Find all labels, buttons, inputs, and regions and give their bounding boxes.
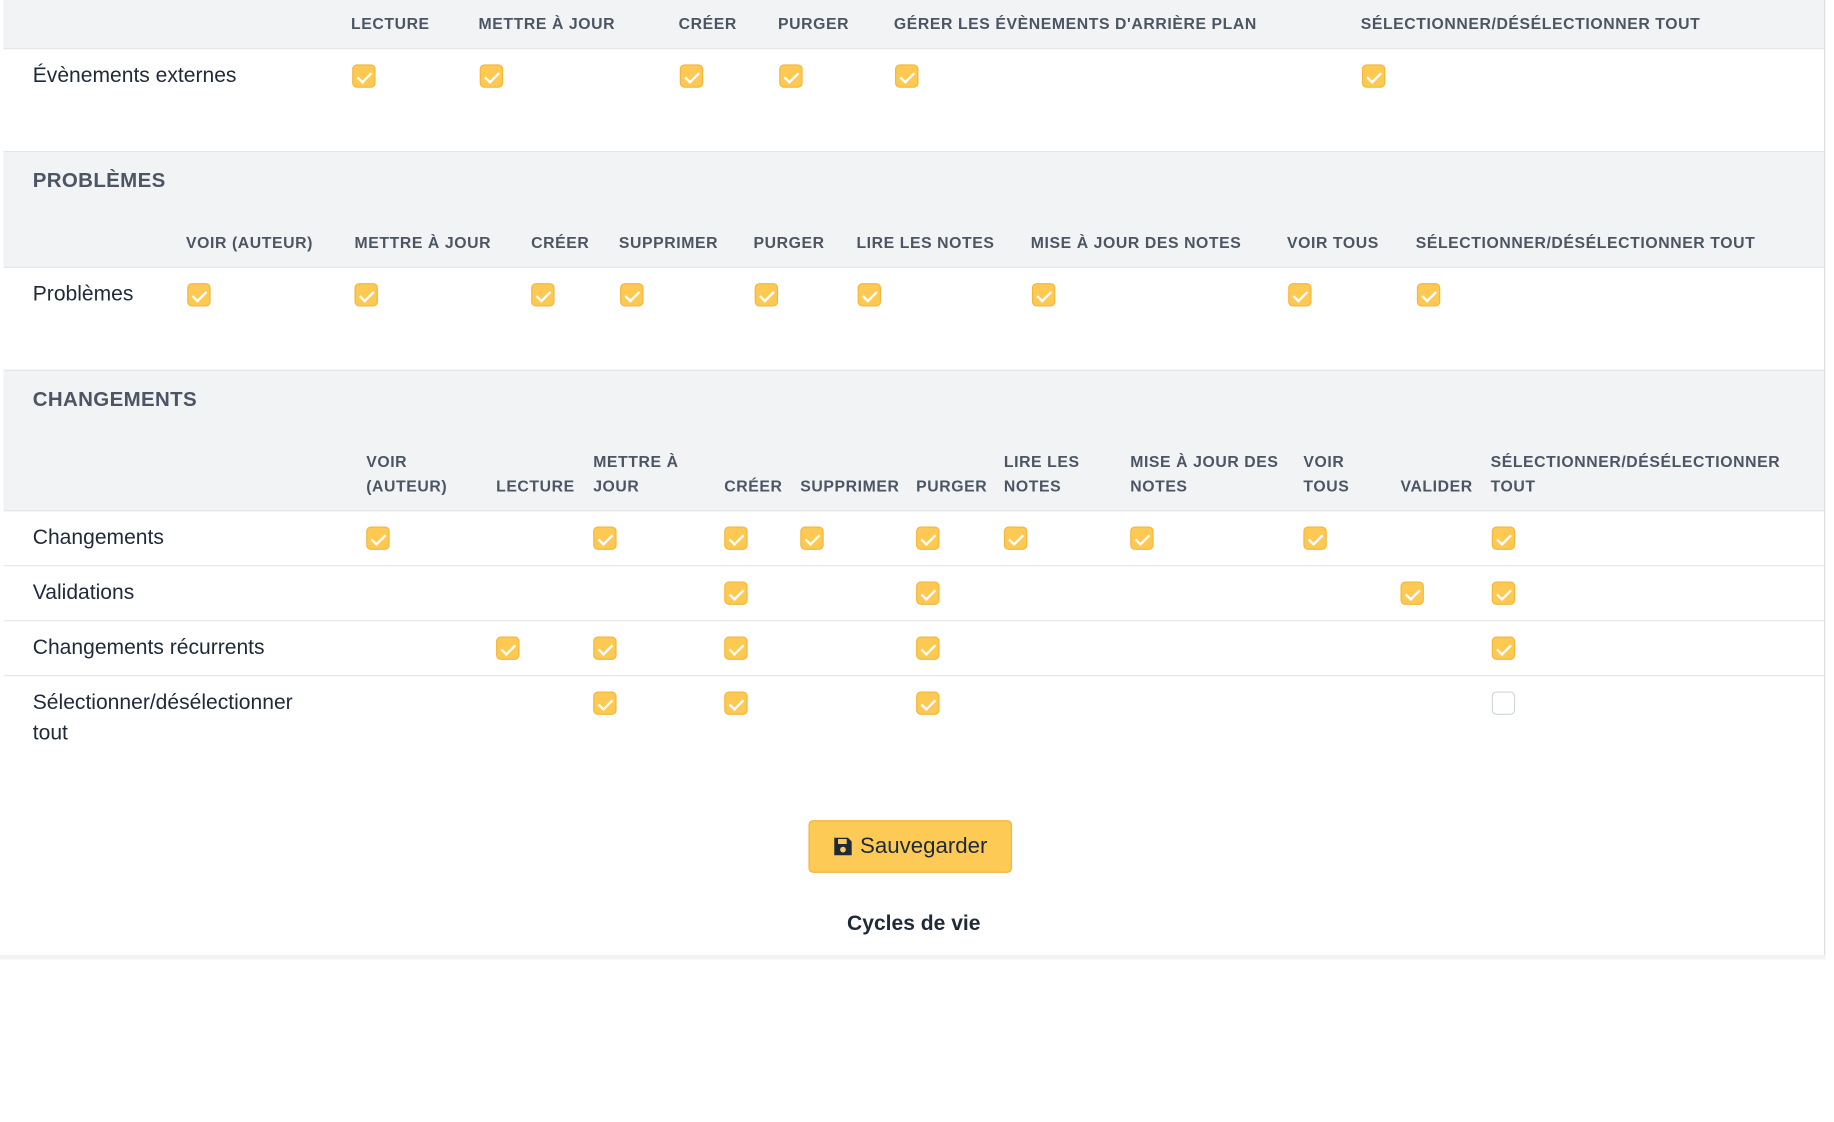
row-divider xyxy=(3,675,1825,677)
col-header-mise-a-jour-notes: Mise à jour des notes xyxy=(1030,233,1242,252)
col-header-select-all: Sélectionner/désélectionner tout xyxy=(1490,452,1781,495)
lifecycles-title: Cycles de vie xyxy=(847,911,981,935)
section-title-problemes: PROBLÈMES xyxy=(3,150,1825,220)
checkbox-problemes-supprimer[interactable] xyxy=(620,283,644,307)
checkbox-problemes-mettre-a-jour[interactable] xyxy=(354,283,378,307)
checkbox-select-all-mettre-a-jour[interactable] xyxy=(593,691,617,715)
col-header-mettre-a-jour: Mettre à jour xyxy=(354,233,492,252)
checkbox-recurrents-mettre-a-jour[interactable] xyxy=(593,636,617,660)
checkbox-changements-select-all[interactable] xyxy=(1491,526,1516,550)
col-header-voir-tous: Voir tous xyxy=(1287,233,1379,252)
col-header-supprimer: Supprimer xyxy=(618,233,719,252)
checkbox-problemes-select-all[interactable] xyxy=(1416,283,1441,307)
col-header-supprimer: Supprimer xyxy=(800,477,900,495)
col-header-mettre-a-jour: Mettre à jour xyxy=(593,452,679,495)
col-header-select-all: Sélectionner/désélectionner tout xyxy=(1360,15,1701,33)
checkbox-external-creer[interactable] xyxy=(679,64,704,88)
checkbox-changements-supprimer[interactable] xyxy=(800,526,824,550)
checkbox-select-all-purger[interactable] xyxy=(916,691,940,715)
col-header-purger: Purger xyxy=(916,477,988,495)
checkbox-validations-select-all[interactable] xyxy=(1491,581,1516,605)
checkbox-problemes-purger[interactable] xyxy=(754,283,779,307)
checkbox-changements-voir-auteur[interactable] xyxy=(366,526,390,550)
row-label-select-all: Sélectionner/désélectionner tout xyxy=(32,690,293,745)
checkbox-problemes-creer[interactable] xyxy=(531,283,555,307)
col-header-select-all: Sélectionner/désélectionner tout xyxy=(1415,233,1756,252)
checkbox-validations-purger[interactable] xyxy=(916,581,940,605)
save-button-label: Sauvegarder xyxy=(860,833,988,859)
floppy-disk-icon xyxy=(834,837,852,856)
row-label-changements-recurrents: Changements récurrents xyxy=(32,635,265,659)
col-header-lecture: Lecture xyxy=(351,15,430,33)
checkbox-changements-creer[interactable] xyxy=(724,526,748,550)
checkbox-changements-lire-notes[interactable] xyxy=(1003,526,1028,550)
checkbox-changements-mise-a-jour-notes[interactable] xyxy=(1130,526,1154,550)
checkbox-recurrents-lecture[interactable] xyxy=(496,636,520,660)
col-header-voir-auteur: Voir (auteur) xyxy=(186,233,313,252)
checkbox-validations-valider[interactable] xyxy=(1400,581,1424,605)
checkbox-recurrents-purger[interactable] xyxy=(916,636,940,660)
panel-right-border xyxy=(1824,0,1826,960)
col-header-valider: Valider xyxy=(1400,477,1473,495)
checkbox-recurrents-select-all[interactable] xyxy=(1491,636,1516,660)
checkbox-changements-voir-tous[interactable] xyxy=(1303,526,1327,550)
col-header-purger: Purger xyxy=(753,233,825,252)
save-button[interactable]: Sauvegarder xyxy=(808,820,1013,873)
checkbox-external-mettre-a-jour[interactable] xyxy=(479,64,504,88)
checkbox-problemes-mise-a-jour-notes[interactable] xyxy=(1031,283,1056,307)
col-header-voir-auteur: Voir (auteur) xyxy=(366,452,448,495)
col-header-creer: Créer xyxy=(678,15,737,33)
col-header-lecture: Lecture xyxy=(496,477,575,495)
section-title-changements-text: CHANGEMENTS xyxy=(32,387,198,411)
checkbox-problemes-voir-tous[interactable] xyxy=(1288,283,1312,307)
col-header-gerer-evenements: Gérer les évènements d'arrière plan xyxy=(893,15,1257,33)
checkbox-problemes-lire-notes[interactable] xyxy=(857,283,882,307)
checkbox-select-all-select-all[interactable] xyxy=(1491,691,1516,715)
changements-header-row: Voir (auteur) Lecture Mettre à jour Créer … xyxy=(3,437,1825,512)
checkbox-recurrents-creer[interactable] xyxy=(724,636,748,660)
checkbox-changements-mettre-a-jour[interactable] xyxy=(593,526,617,550)
col-header-purger: Purger xyxy=(778,15,850,33)
section-title-changements: CHANGEMENTS xyxy=(3,369,1825,439)
checkbox-external-purger[interactable] xyxy=(779,64,803,88)
page: Lecture Mettre à jour Créer Purger Gérer… xyxy=(0,0,1834,1122)
col-header-lire-notes: Lire les notes xyxy=(856,233,995,252)
col-header-lire-notes: Lire les notes xyxy=(1003,452,1080,495)
checkbox-external-lecture[interactable] xyxy=(352,64,376,88)
row-divider xyxy=(3,565,1825,567)
col-header-creer: Créer xyxy=(531,233,590,252)
col-header-voir-tous: Voir tous xyxy=(1303,452,1350,495)
checkbox-external-select-all[interactable] xyxy=(1361,64,1386,88)
checkbox-problemes-voir-auteur[interactable] xyxy=(187,283,211,307)
checkbox-validations-creer[interactable] xyxy=(724,581,748,605)
section-title-problemes-text: PROBLÈMES xyxy=(32,168,166,192)
row-label-validations: Validations xyxy=(32,580,135,604)
checkbox-select-all-creer[interactable] xyxy=(724,691,748,715)
col-header-mettre-a-jour: Mettre à jour xyxy=(478,15,616,33)
external-events-header-row: Lecture Mettre à jour Créer Purger Gérer… xyxy=(3,0,1825,50)
row-label-changements: Changements xyxy=(32,525,164,549)
problemes-header-row: Voir (auteur) Mettre à jour Créer Suppri… xyxy=(3,218,1825,268)
row-divider xyxy=(3,620,1825,622)
row-label-external-events: Évènements externes xyxy=(32,63,237,87)
checkbox-external-gerer-evenements[interactable] xyxy=(895,64,919,88)
row-label-problemes: Problèmes xyxy=(32,281,134,306)
checkbox-changements-purger[interactable] xyxy=(916,526,940,550)
col-header-creer: Créer xyxy=(724,477,783,495)
col-header-mise-a-jour-notes: Mise à jour des notes xyxy=(1130,452,1279,495)
